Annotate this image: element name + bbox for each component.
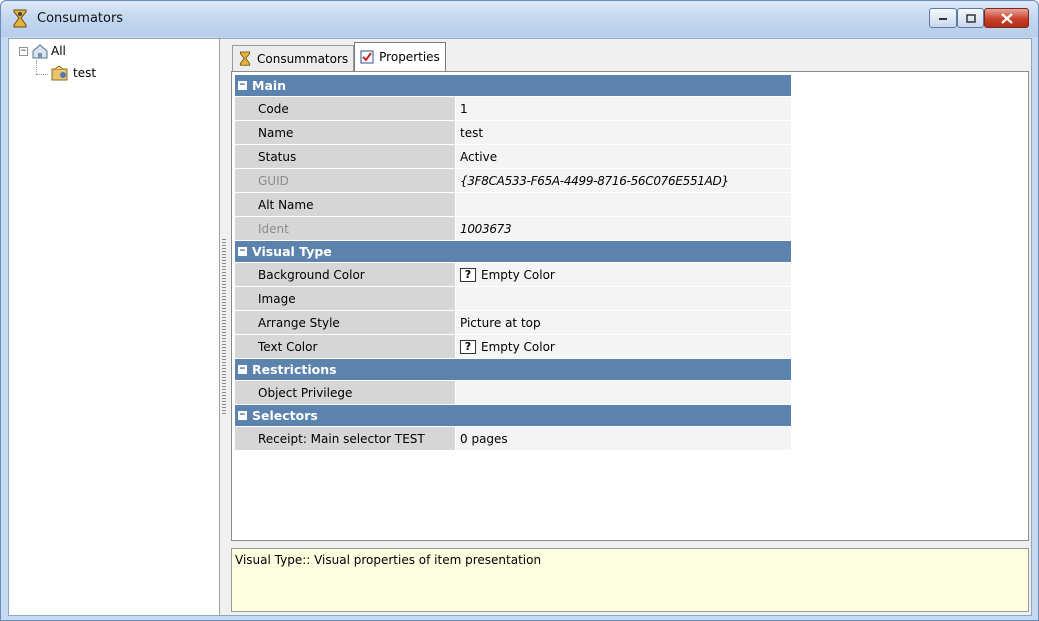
property-row[interactable]: Alt Name xyxy=(235,193,791,217)
close-button[interactable] xyxy=(984,8,1029,28)
property-name: Text Color xyxy=(235,335,455,358)
description-text: Visual Type:: Visual properties of item … xyxy=(235,553,542,567)
property-name: Name xyxy=(235,121,455,144)
property-value[interactable]: 0 pages xyxy=(455,427,791,450)
folder-house-icon xyxy=(32,44,48,59)
tree-node-label: test xyxy=(73,66,97,80)
property-row[interactable]: Ident 1003673 xyxy=(235,217,791,241)
category-visual-type[interactable]: − Visual Type xyxy=(235,241,791,263)
category-title: Restrictions xyxy=(252,362,337,377)
property-value[interactable]: Picture at top xyxy=(455,311,791,334)
tree-connector xyxy=(36,74,48,75)
collapse-icon[interactable]: − xyxy=(19,46,28,56)
property-name: Code xyxy=(235,97,455,120)
collapse-icon[interactable]: − xyxy=(238,247,247,256)
maximize-button[interactable] xyxy=(957,8,984,28)
checklist-icon xyxy=(360,50,374,64)
maximize-icon xyxy=(965,13,976,23)
property-value: {3F8CA533-F65A-4499-8716-56C076E551AD} xyxy=(455,169,791,192)
category-restrictions[interactable]: − Restrictions xyxy=(235,359,791,381)
property-panel: − Main Code 1 Name test Status Active GU… xyxy=(231,71,1029,541)
property-row[interactable]: GUID {3F8CA533-F65A-4499-8716-56C076E551… xyxy=(235,169,791,193)
property-name: Arrange Style xyxy=(235,311,455,334)
property-row[interactable]: Arrange Style Picture at top xyxy=(235,311,791,335)
category-main[interactable]: − Main xyxy=(235,75,791,97)
person-hourglass-icon xyxy=(239,51,251,66)
client-area: − All test Consummators Properties − Mai… xyxy=(8,38,1032,616)
minimize-icon xyxy=(939,18,947,20)
property-name: Receipt: Main selector TEST xyxy=(235,427,455,450)
person-hourglass-icon xyxy=(13,9,27,28)
property-name: Background Color xyxy=(235,263,455,286)
tab-properties[interactable]: Properties xyxy=(354,42,446,71)
property-value[interactable]: test xyxy=(455,121,791,144)
description-panel: Visual Type:: Visual properties of item … xyxy=(231,548,1029,612)
property-value-cell[interactable]: ? Empty Color xyxy=(455,335,791,358)
category-title: Visual Type xyxy=(252,244,332,259)
tree-view[interactable]: − All test xyxy=(9,39,220,615)
property-row[interactable]: Image xyxy=(235,287,791,311)
property-row[interactable]: Status Active xyxy=(235,145,791,169)
property-value[interactable]: 1 xyxy=(455,97,791,120)
property-name: GUID xyxy=(235,169,455,192)
property-name: Image xyxy=(235,287,455,310)
tree-node-label: All xyxy=(51,44,66,58)
collapse-icon[interactable]: − xyxy=(238,365,247,374)
property-row[interactable]: Name test xyxy=(235,121,791,145)
collapse-icon[interactable]: − xyxy=(238,81,247,90)
property-name: Status xyxy=(235,145,455,168)
consumator-icon xyxy=(51,65,68,81)
property-row[interactable]: Text Color ? Empty Color xyxy=(235,335,791,359)
question-mark-icon: ? xyxy=(460,339,476,354)
property-value: Empty Color xyxy=(481,339,555,354)
category-selectors[interactable]: − Selectors xyxy=(235,405,791,427)
property-value[interactable] xyxy=(455,287,791,310)
tree-node-test[interactable]: test xyxy=(51,65,96,81)
tab-consummators[interactable]: Consummators xyxy=(232,45,355,71)
window-title: Consumators xyxy=(37,11,124,26)
property-name: Alt Name xyxy=(235,193,455,216)
property-grid: − Main Code 1 Name test Status Active GU… xyxy=(235,75,791,451)
tab-label: Properties xyxy=(379,50,440,64)
property-row[interactable]: Receipt: Main selector TEST 0 pages xyxy=(235,427,791,451)
property-value[interactable]: Active xyxy=(455,145,791,168)
category-title: Main xyxy=(252,78,287,93)
property-value: Empty Color xyxy=(481,267,555,282)
close-icon xyxy=(1000,12,1013,24)
tree-node-all[interactable]: − All xyxy=(19,43,66,59)
minimize-button[interactable] xyxy=(929,8,957,28)
tree-connector xyxy=(36,60,37,74)
property-name: Object Privilege xyxy=(235,381,455,404)
property-value-cell[interactable]: ? Empty Color xyxy=(455,263,791,286)
property-row[interactable]: Background Color ? Empty Color xyxy=(235,263,791,287)
property-value: 1003673 xyxy=(455,217,791,240)
app-window: Consumators − All test Consummators Prop… xyxy=(0,0,1039,621)
tab-label: Consummators xyxy=(257,51,349,66)
tab-strip: Consummators Properties xyxy=(232,42,446,71)
title-bar[interactable]: Consumators xyxy=(1,1,1038,37)
property-value[interactable] xyxy=(455,193,791,216)
splitter-grip[interactable] xyxy=(222,239,226,415)
category-title: Selectors xyxy=(252,408,318,423)
property-name: Ident xyxy=(235,217,455,240)
collapse-icon[interactable]: − xyxy=(238,411,247,420)
question-mark-icon: ? xyxy=(460,267,476,282)
property-row[interactable]: Object Privilege xyxy=(235,381,791,405)
property-row[interactable]: Code 1 xyxy=(235,97,791,121)
property-value[interactable] xyxy=(455,381,791,404)
